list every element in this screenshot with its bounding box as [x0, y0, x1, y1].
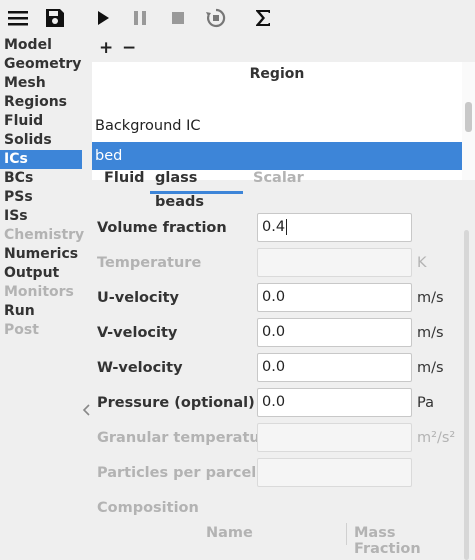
main-panel: + − Region Background IC bed Fluid glass…	[92, 36, 475, 560]
toolbar	[0, 0, 475, 36]
sidebar-item-post[interactable]: Post	[0, 321, 82, 340]
u-velocity-input[interactable]: 0.0	[257, 283, 412, 312]
tab-glass-beads[interactable]: glass beads	[150, 166, 243, 210]
particles-per-parcel-input[interactable]	[257, 458, 412, 487]
pause-icon[interactable]	[128, 6, 152, 30]
composition-table-header: Name Mass Fraction	[92, 519, 454, 557]
granular-temperature-label: Granular temperature	[97, 430, 277, 446]
w-velocity-label: W-velocity	[97, 360, 183, 376]
tab-scalar[interactable]: Scalar	[253, 166, 304, 194]
volume-fraction-label: Volume fraction	[97, 220, 227, 236]
form-scrollbar[interactable]	[464, 230, 469, 560]
sidebar-item-output[interactable]: Output	[0, 264, 82, 283]
u-velocity-unit: m/s	[417, 290, 444, 306]
volume-fraction-input[interactable]: 0.4	[257, 213, 412, 242]
region-column-header[interactable]: Region	[92, 62, 462, 88]
temperature-input[interactable]	[257, 248, 412, 277]
granular-temperature-input[interactable]	[257, 423, 412, 452]
ic-form: Volume fraction 0.4 Temperature K U-velo…	[92, 212, 475, 560]
granular-temperature-unit: m²/s²	[417, 430, 456, 446]
particles-per-parcel-label: Particles per parcel	[97, 465, 257, 481]
sidebar-item-ics[interactable]: ICs	[0, 150, 82, 169]
v-velocity-unit: m/s	[417, 325, 444, 341]
region-row-background-ic[interactable]: Background IC	[92, 112, 462, 140]
v-velocity-input[interactable]: 0.0	[257, 318, 412, 347]
menu-icon[interactable]	[6, 6, 30, 30]
sidebar-item-geometry[interactable]: Geometry	[0, 55, 82, 74]
remove-region-button[interactable]: −	[122, 38, 136, 58]
sidebar-item-regions[interactable]: Regions	[0, 93, 82, 112]
temperature-unit: K	[417, 255, 427, 271]
temperature-label: Temperature	[97, 255, 202, 271]
column-divider	[346, 523, 347, 545]
tab-fluid[interactable]: Fluid	[104, 166, 145, 194]
region-scrollbar-thumb[interactable]	[465, 102, 472, 132]
sidebar: Model Geometry Mesh Regions Fluid Solids…	[0, 36, 90, 560]
sigma-icon[interactable]	[251, 6, 275, 30]
volume-fraction-value: 0.4	[262, 219, 286, 235]
v-velocity-label: V-velocity	[97, 325, 178, 341]
sidebar-item-pss[interactable]: PSs	[0, 188, 82, 207]
pressure-unit: Pa	[417, 395, 434, 411]
stop-icon[interactable]	[166, 6, 190, 30]
add-region-button[interactable]: +	[99, 38, 113, 58]
phase-tabs: Fluid glass beads Scalar	[92, 158, 475, 210]
composition-mass-fraction-column[interactable]: Mass Fraction	[354, 525, 454, 557]
reset-icon[interactable]	[204, 6, 228, 30]
w-velocity-unit: m/s	[417, 360, 444, 376]
play-icon[interactable]	[91, 6, 115, 30]
u-velocity-label: U-velocity	[97, 290, 179, 306]
sidebar-item-iss[interactable]: ISs	[0, 207, 82, 226]
sidebar-item-fluid[interactable]: Fluid	[0, 112, 82, 131]
pressure-input[interactable]: 0.0	[257, 388, 412, 417]
pressure-label: Pressure (optional)	[97, 395, 255, 411]
sidebar-item-numerics[interactable]: Numerics	[0, 245, 82, 264]
sidebar-item-run[interactable]: Run	[0, 302, 82, 321]
save-icon[interactable]	[43, 6, 67, 30]
composition-name-column[interactable]: Name	[206, 525, 253, 541]
w-velocity-input[interactable]: 0.0	[257, 353, 412, 382]
sidebar-item-monitors[interactable]: Monitors	[0, 283, 82, 302]
sidebar-item-mesh[interactable]: Mesh	[0, 74, 82, 93]
sidebar-item-model[interactable]: Model	[0, 36, 82, 55]
sidebar-item-chemistry[interactable]: Chemistry	[0, 226, 84, 245]
collapse-sidebar-icon[interactable]	[82, 402, 92, 418]
composition-label: Composition	[97, 500, 199, 516]
sidebar-item-bcs[interactable]: BCs	[0, 169, 82, 188]
sidebar-item-solids[interactable]: Solids	[0, 131, 82, 150]
